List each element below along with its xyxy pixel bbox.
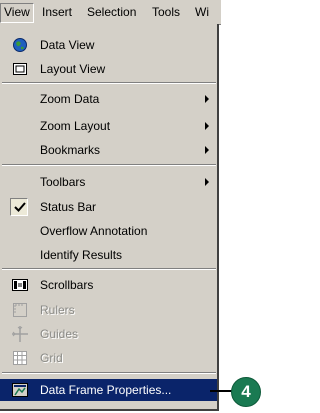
menu-item-label: Zoom Layout — [40, 119, 111, 133]
menu-view[interactable]: View — [0, 3, 34, 23]
menu-item-label: Grid — [40, 351, 63, 365]
menu-item-zoom-data[interactable]: Zoom Data — [0, 88, 217, 110]
scrollbars-icon — [12, 279, 28, 291]
submenu-arrow-icon — [205, 95, 209, 103]
menu-item-label: Identify Results — [40, 248, 123, 262]
checkmark-icon — [14, 202, 26, 212]
page-icon — [13, 63, 27, 75]
menu-item-overflow-annotation[interactable]: Overflow Annotation — [0, 220, 217, 242]
globe-icon — [13, 38, 27, 52]
menu-item-label: Status Bar — [40, 200, 97, 214]
submenu-arrow-icon — [205, 122, 209, 130]
menu-item-label: Data View — [40, 38, 95, 52]
menu-bar: View Insert Selection Tools Wi — [0, 0, 221, 25]
menu-separator — [2, 372, 216, 374]
menu-tools[interactable]: Tools — [149, 3, 183, 21]
menu-item-bookmarks[interactable]: Bookmarks — [0, 139, 217, 161]
menu-item-guides[interactable]: Guides — [0, 323, 217, 345]
menu-item-identify-results[interactable]: Identify Results — [0, 244, 217, 266]
menu-insert[interactable]: Insert — [39, 3, 75, 21]
menu-item-layout-view[interactable]: Layout View — [0, 58, 217, 80]
menu-item-zoom-layout[interactable]: Zoom Layout — [0, 115, 217, 137]
data-frame-properties-icon — [12, 383, 28, 397]
menu-separator — [2, 164, 216, 166]
menu-item-data-frame-properties[interactable]: Data Frame Properties... — [0, 379, 217, 401]
menu-separator — [2, 82, 216, 84]
menu-item-scrollbars[interactable]: Scrollbars — [0, 274, 217, 296]
menu-item-label: Toolbars — [40, 175, 86, 189]
menu-window[interactable]: Wi — [192, 3, 212, 21]
grid-icon — [13, 351, 27, 365]
submenu-arrow-icon — [205, 178, 209, 186]
menu-separator — [2, 268, 216, 270]
guides-icon — [12, 326, 28, 342]
view-menu-dropdown: Data View Layout View Zoom Data Zoom Lay… — [0, 24, 219, 411]
menu-item-toolbars[interactable]: Toolbars — [0, 171, 217, 193]
menu-item-label: Bookmarks — [40, 143, 101, 157]
rulers-icon — [13, 303, 27, 317]
menu-item-label: Guides — [40, 327, 79, 341]
menu-item-label: Layout View — [40, 62, 106, 76]
menu-item-label: Rulers — [40, 303, 75, 317]
menu-item-label: Data Frame Properties... — [40, 383, 172, 397]
menu-item-label: Overflow Annotation — [40, 224, 148, 238]
menu-item-label: Scrollbars — [40, 278, 94, 292]
menu-item-label: Zoom Data — [40, 92, 100, 106]
menu-item-status-bar[interactable]: Status Bar — [0, 196, 217, 218]
menu-selection[interactable]: Selection — [84, 3, 139, 21]
step-callout-badge: 4 — [231, 377, 261, 407]
menu-item-data-view[interactable]: Data View — [0, 34, 217, 56]
submenu-arrow-icon — [205, 146, 209, 154]
menu-item-grid[interactable]: Grid — [0, 347, 217, 369]
menu-item-rulers[interactable]: Rulers — [0, 299, 217, 321]
